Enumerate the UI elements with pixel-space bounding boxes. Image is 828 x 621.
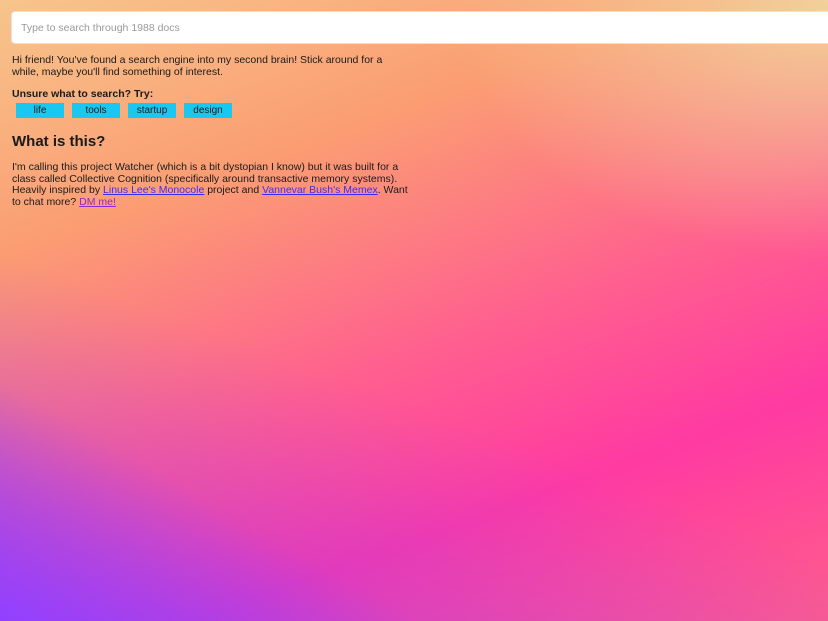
search-input[interactable] — [11, 11, 828, 44]
intro-text: Hi friend! You've found a search engine … — [12, 54, 383, 78]
suggestion-chip-startup[interactable]: startup — [128, 103, 176, 118]
dm-me-link[interactable]: DM me! — [79, 196, 116, 208]
suggestions-label: Unsure what to search? Try: — [12, 88, 154, 100]
about-heading: What is this? — [12, 133, 106, 150]
monocole-link[interactable]: Linus Lee's Monocole — [103, 184, 204, 196]
suggestion-chip-design[interactable]: design — [184, 103, 232, 118]
suggestion-chips: life tools startup design — [12, 103, 412, 118]
about-text-part-2: project and — [204, 184, 263, 196]
suggestion-chip-life[interactable]: life — [16, 103, 64, 118]
memex-link[interactable]: Vannevar Bush's Memex — [262, 184, 378, 196]
search-bar — [11, 11, 828, 44]
about-text: I'm calling this project Watcher (which … — [12, 161, 412, 208]
main-content: Hi friend! You've found a search engine … — [12, 54, 412, 208]
suggestion-chip-tools[interactable]: tools — [72, 103, 120, 118]
